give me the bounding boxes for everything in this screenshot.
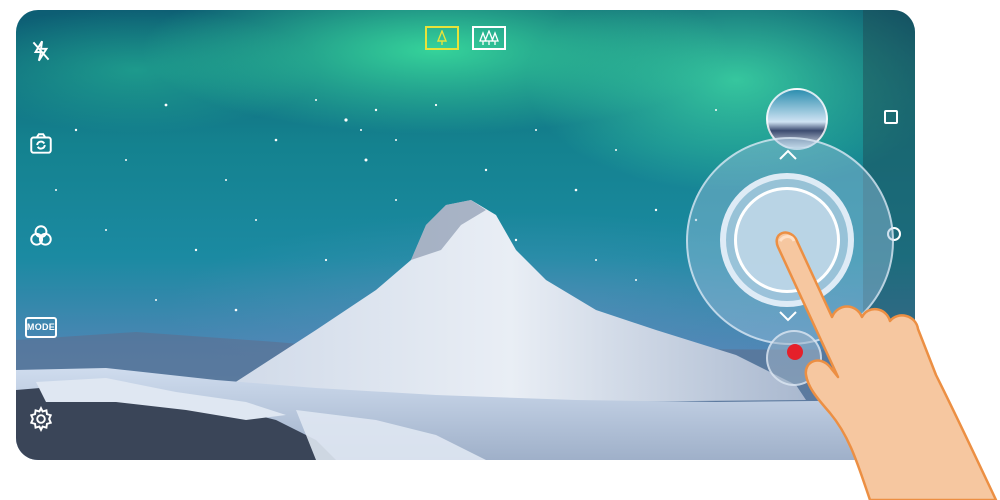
multi-tree-icon <box>479 30 499 45</box>
settings-button[interactable] <box>26 404 56 434</box>
camera-switch-button[interactable] <box>26 129 56 159</box>
lens-wide-button[interactable] <box>472 26 506 50</box>
lens-standard-button[interactable] <box>425 26 459 50</box>
beauty-filter-button[interactable] <box>26 221 56 251</box>
flash-off-button[interactable] <box>26 36 56 66</box>
recent-apps-icon[interactable] <box>884 110 898 124</box>
single-tree-icon <box>436 30 448 45</box>
mode-button[interactable]: MODE <box>25 312 57 342</box>
camera-switch-icon <box>30 133 52 154</box>
flash-off-icon <box>32 40 50 62</box>
mode-label: MODE <box>25 316 57 338</box>
beauty-filter-icon <box>30 225 52 246</box>
finger-pointer-illustration <box>775 231 998 500</box>
settings-icon <box>29 406 53 432</box>
chevron-up-icon <box>779 149 797 160</box>
